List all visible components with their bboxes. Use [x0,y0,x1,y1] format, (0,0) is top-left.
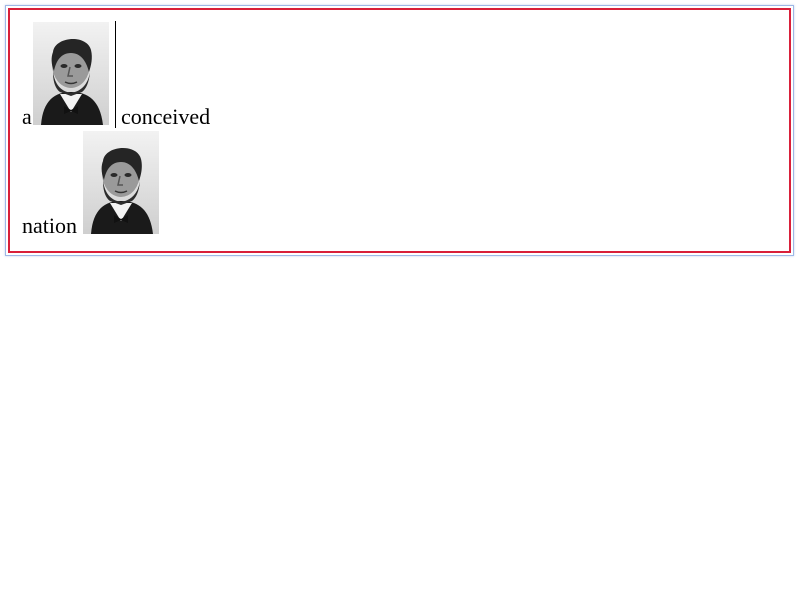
portrait-image [33,22,109,125]
portrait-icon [83,131,159,234]
text-word-conceived: conceived [121,104,211,129]
text-cursor [115,21,116,128]
text-word-nation: nation [22,213,77,238]
portrait-image [83,131,159,234]
text-word-a: a [22,104,32,129]
portrait-icon [33,22,109,125]
